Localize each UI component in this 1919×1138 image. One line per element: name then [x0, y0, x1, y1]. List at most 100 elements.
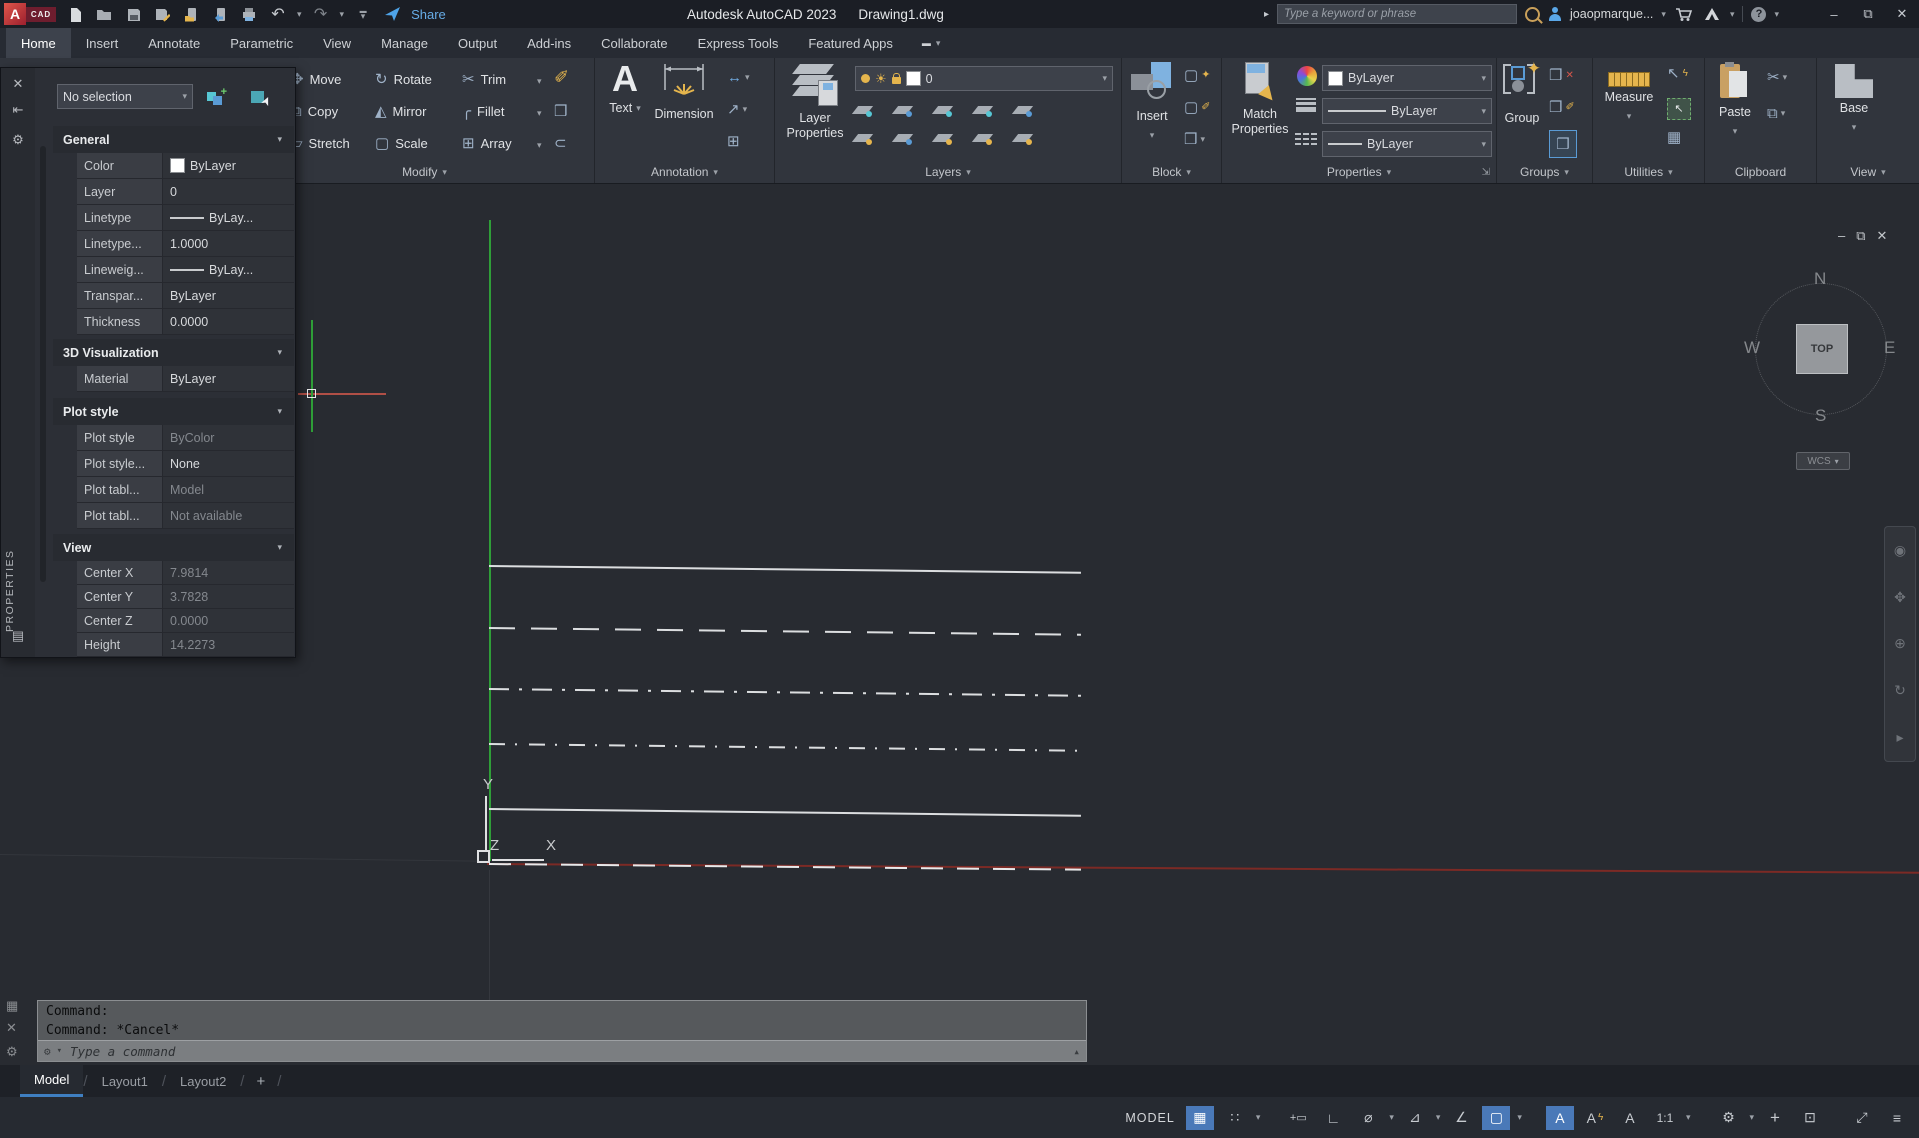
- layer-off-icon[interactable]: [851, 102, 876, 117]
- isometric-dropdown-icon[interactable]: ▾: [1436, 1112, 1441, 1123]
- drawing-line-dashed-2[interactable]: [488, 743, 1081, 752]
- section-view[interactable]: View ▾: [53, 534, 294, 561]
- user-name[interactable]: joaopmarque...: [1570, 7, 1653, 21]
- snap-toggle[interactable]: ∷: [1221, 1106, 1249, 1130]
- layer-isolate-icon[interactable]: [891, 102, 916, 117]
- autodesk-dropdown-icon[interactable]: ▾: [1730, 9, 1735, 20]
- group-selection-toggle[interactable]: ❒: [1549, 130, 1577, 158]
- dynamic-input-toggle[interactable]: +▭: [1284, 1106, 1312, 1130]
- tab-layout2[interactable]: Layout2: [166, 1065, 240, 1097]
- ortho-toggle[interactable]: ∟: [1319, 1106, 1347, 1130]
- fillet-button[interactable]: ╭ Fillet: [462, 100, 504, 122]
- palette-list-icon[interactable]: ▤: [8, 626, 28, 646]
- undo-dropdown-icon[interactable]: ▾: [297, 9, 302, 20]
- palette-scrollbar[interactable]: [40, 146, 46, 582]
- viewcube-top-face[interactable]: TOP: [1796, 324, 1848, 374]
- drawing-minimize-button[interactable]: –: [1838, 228, 1845, 244]
- offset-button[interactable]: ⊂: [554, 132, 567, 154]
- plot-button[interactable]: [239, 3, 259, 25]
- group-button[interactable]: ✦ Group: [1501, 60, 1543, 126]
- model-space-label[interactable]: MODEL: [1125, 1111, 1174, 1125]
- toggle-pickadd-button[interactable]: +: [199, 84, 233, 110]
- object-color-dropdown[interactable]: ByLayer ▾: [1322, 65, 1492, 91]
- linear-dimension-button[interactable]: ↔ ▾: [727, 70, 750, 85]
- layer-lock-icon[interactable]: [971, 102, 996, 117]
- paste-button[interactable]: Paste ▾: [1715, 62, 1755, 139]
- clean-screen-button[interactable]: ⤢: [1848, 1106, 1876, 1130]
- save-button[interactable]: [123, 3, 143, 25]
- properties-panel-launcher-icon[interactable]: ⇲: [1482, 167, 1490, 178]
- viewcube-west[interactable]: W: [1744, 338, 1760, 358]
- command-tools-icon[interactable]: ⚙: [44, 1045, 51, 1058]
- layer-select-dropdown[interactable]: ☀ 0 ▾: [855, 66, 1113, 91]
- search-input[interactable]: [1277, 4, 1518, 24]
- open-from-web-mobile-button[interactable]: [181, 3, 201, 25]
- panel-label-block[interactable]: Block ▾: [1122, 165, 1221, 179]
- stretch-button[interactable]: ▱ Stretch: [291, 132, 350, 154]
- tab-annotate[interactable]: Annotate: [133, 28, 215, 58]
- lineweight-dropdown[interactable]: ByLayer ▾: [1322, 98, 1492, 124]
- layer-on2-icon[interactable]: [851, 130, 876, 145]
- leader-button[interactable]: ↗ ▾: [727, 102, 747, 117]
- copy-clip-button[interactable]: ⧉ ▾: [1767, 106, 1785, 121]
- tab-layout1[interactable]: Layout1: [88, 1065, 162, 1097]
- match-properties-button[interactable]: Match Properties: [1230, 62, 1290, 137]
- object-snap-tracking-toggle[interactable]: ∠: [1447, 1106, 1475, 1130]
- panel-label-clipboard[interactable]: Clipboard: [1705, 165, 1816, 179]
- tab-express-tools[interactable]: Express Tools: [683, 28, 794, 58]
- layer-make-current-icon[interactable]: [1011, 102, 1036, 117]
- drawing-line-solid-1[interactable]: [488, 565, 1081, 574]
- drawing-line-solid-2[interactable]: [488, 808, 1081, 817]
- grid-toggle[interactable]: ▦: [1185, 1105, 1214, 1130]
- trim-button[interactable]: ✂ Trim: [462, 68, 506, 90]
- panel-label-utilities[interactable]: Utilities ▾: [1593, 165, 1704, 179]
- redo-button[interactable]: ↷: [311, 3, 331, 25]
- autocad-logo-icon[interactable]: A CAD: [4, 3, 56, 25]
- wcs-dropdown[interactable]: WCS ▾: [1796, 452, 1850, 470]
- help-icon[interactable]: ?: [1751, 6, 1767, 22]
- tab-manage[interactable]: Manage: [366, 28, 443, 58]
- app-store-cart-icon[interactable]: [1674, 3, 1694, 25]
- command-expand-icon[interactable]: ▴: [1073, 1045, 1080, 1058]
- quick-select-button[interactable]: ↖ ϟ: [1667, 66, 1688, 81]
- isometric-drafting-toggle[interactable]: ⊿: [1401, 1106, 1429, 1130]
- tab-insert[interactable]: Insert: [71, 28, 134, 58]
- annotation-scale-button[interactable]: A: [1616, 1106, 1644, 1130]
- save-to-web-mobile-button[interactable]: [210, 3, 230, 25]
- define-attributes-button[interactable]: ❒ ▾: [1184, 132, 1205, 147]
- command-window-close-icon[interactable]: ✕: [6, 1020, 17, 1036]
- save-as-button[interactable]: [152, 3, 172, 25]
- command-input[interactable]: [68, 1042, 1068, 1060]
- select-objects-button[interactable]: ➤: [243, 84, 277, 110]
- array-dropdown-icon[interactable]: ▾: [537, 134, 542, 156]
- explode-button[interactable]: ❒: [554, 100, 567, 122]
- tab-output[interactable]: Output: [443, 28, 512, 58]
- nav-orbit-icon[interactable]: ↻: [1894, 682, 1906, 699]
- rotate-button[interactable]: ↻ Rotate: [375, 68, 432, 90]
- ungroup-button[interactable]: ❒ ✕: [1549, 68, 1574, 83]
- nav-wheel-icon[interactable]: ◉: [1894, 542, 1906, 559]
- polar-dropdown-icon[interactable]: ▾: [1389, 1112, 1394, 1123]
- tab-view[interactable]: View: [308, 28, 366, 58]
- measure-button[interactable]: Measure ▾: [1601, 72, 1657, 124]
- scale-dropdown-icon[interactable]: ▾: [1686, 1112, 1691, 1123]
- erase-button[interactable]: ✐: [554, 66, 569, 88]
- tab-model[interactable]: Model: [20, 1065, 84, 1097]
- section-plot-style[interactable]: Plot style ▾: [53, 398, 294, 425]
- nav-pan-icon[interactable]: ✥: [1894, 589, 1906, 606]
- section-3d-visualization[interactable]: 3D Visualization ▾: [53, 339, 294, 366]
- insert-button[interactable]: Insert ▾: [1128, 62, 1176, 143]
- drawing-restore-button[interactable]: ⧉: [1856, 228, 1865, 244]
- customization-button[interactable]: ≡: [1883, 1106, 1911, 1130]
- array-button[interactable]: ⊞ Array: [462, 132, 512, 154]
- close-button[interactable]: ✕: [1889, 0, 1915, 28]
- drawing-line-dashed-1[interactable]: [488, 627, 1081, 636]
- palette-autohide-icon[interactable]: ⇤: [8, 100, 28, 120]
- layer-unisolate-icon[interactable]: [891, 130, 916, 145]
- polar-tracking-toggle[interactable]: ⌀: [1354, 1106, 1382, 1130]
- command-window-grip-icon[interactable]: ▦: [6, 998, 18, 1014]
- linetype-dropdown[interactable]: ByLayer ▾: [1322, 131, 1492, 157]
- search-expand-icon[interactable]: ▸: [1264, 9, 1269, 20]
- panel-label-modify[interactable]: Modify ▾: [255, 165, 594, 179]
- panel-label-layers[interactable]: Layers ▾: [775, 165, 1121, 179]
